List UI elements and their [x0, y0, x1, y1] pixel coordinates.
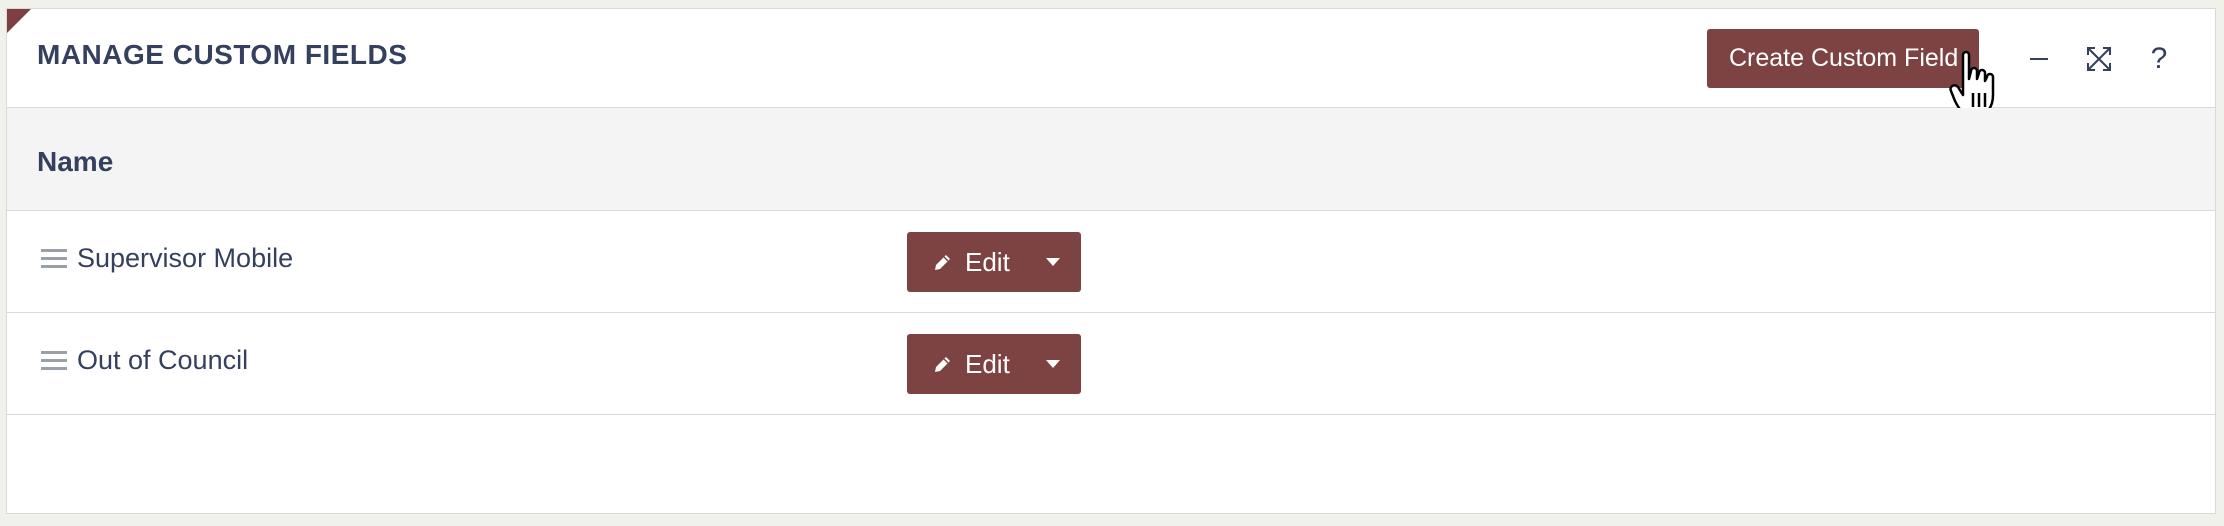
edit-button[interactable]: Edit — [907, 232, 1025, 292]
panel-header: MANAGE CUSTOM FIELDS Create Custom Field… — [7, 9, 2215, 117]
drag-handle-icon[interactable] — [41, 351, 67, 371]
minimize-icon[interactable] — [2021, 41, 2057, 77]
edit-button[interactable]: Edit — [907, 334, 1025, 394]
edit-label: Edit — [965, 348, 1010, 379]
help-icon[interactable]: ? — [2141, 41, 2177, 77]
create-custom-field-button[interactable]: Create Custom Field — [1707, 29, 1979, 88]
edit-label: Edit — [965, 246, 1010, 277]
edit-dropdown-toggle[interactable] — [1025, 232, 1081, 292]
pencil-icon — [935, 255, 950, 270]
table-header: Name — [7, 108, 2215, 211]
caret-down-icon — [1046, 258, 1060, 266]
expand-icon[interactable] — [2081, 41, 2117, 77]
edit-button-group: Edit — [907, 334, 1081, 394]
edit-button-group: Edit — [907, 232, 1081, 292]
table-row: Supervisor Mobile Edit — [7, 211, 2215, 313]
field-name: Out of Council — [77, 345, 249, 375]
table-row: Out of Council Edit — [7, 313, 2215, 415]
panel-title: MANAGE CUSTOM FIELDS — [37, 39, 408, 70]
pencil-icon — [935, 357, 950, 372]
edit-dropdown-toggle[interactable] — [1025, 334, 1081, 394]
custom-fields-panel: MANAGE CUSTOM FIELDS Create Custom Field… — [6, 8, 2216, 514]
column-header-name: Name — [37, 146, 114, 177]
field-name: Supervisor Mobile — [77, 243, 294, 273]
drag-handle-icon[interactable] — [41, 249, 67, 269]
caret-down-icon — [1046, 360, 1060, 368]
